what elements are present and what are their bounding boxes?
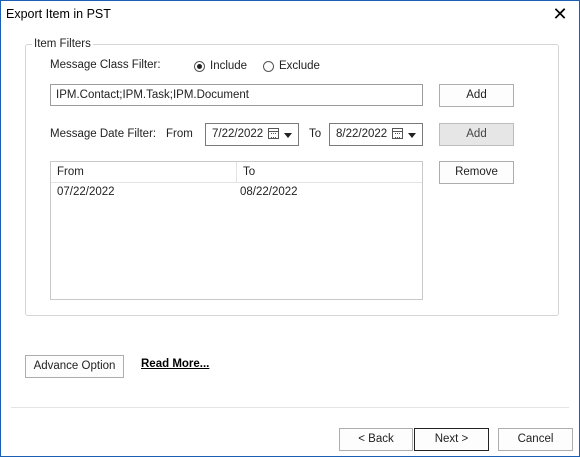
column-header-from[interactable]: From: [51, 162, 237, 182]
calendar-icon: [392, 128, 403, 139]
remove-date-button[interactable]: Remove: [439, 161, 514, 184]
message-date-filter-label: Message Date Filter:: [50, 128, 157, 140]
include-radio-label: Include: [210, 60, 248, 72]
date-from-label: From: [166, 128, 193, 140]
exclude-radio-label: Exclude: [279, 60, 320, 72]
message-class-filter-label: Message Class Filter:: [50, 59, 161, 71]
close-icon[interactable]: ✕: [549, 3, 571, 25]
chevron-down-icon[interactable]: [408, 133, 416, 138]
export-item-dialog: Export Item in PST ✕ Item Filters Messag…: [0, 0, 580, 457]
title-bar: Export Item in PST ✕: [1, 1, 579, 29]
date-to-label: To: [309, 128, 322, 140]
list-item-to: 08/22/2022: [240, 186, 298, 198]
advance-option-button[interactable]: Advance Option: [25, 355, 124, 378]
item-filters-legend: Item Filters: [32, 38, 93, 50]
column-header-to[interactable]: To: [237, 162, 422, 182]
date-from-picker[interactable]: 7/22/2022: [205, 123, 299, 146]
add-class-button[interactable]: Add: [439, 84, 514, 107]
list-item[interactable]: 07/22/2022 08/22/2022: [51, 183, 422, 201]
message-class-input[interactable]: IPM.Contact;IPM.Task;IPM.Document: [50, 84, 423, 106]
date-range-list[interactable]: From To 07/22/2022 08/22/2022: [50, 161, 423, 300]
exclude-radio-indicator: [263, 60, 274, 72]
chevron-down-icon[interactable]: [284, 133, 292, 138]
next-button[interactable]: Next >: [414, 428, 489, 451]
date-from-value: 7/22/2022: [212, 128, 264, 140]
exclude-radio[interactable]: Exclude: [263, 60, 320, 72]
list-item-from: 07/22/2022: [57, 186, 115, 198]
window-title: Export Item in PST: [6, 7, 111, 21]
footer-separator: [11, 407, 569, 408]
include-radio-indicator: [194, 60, 205, 72]
read-more-link[interactable]: Read More...: [141, 358, 209, 370]
include-radio[interactable]: Include: [194, 60, 247, 72]
date-to-value: 8/22/2022: [336, 128, 388, 140]
cancel-button[interactable]: Cancel: [498, 428, 573, 451]
date-to-picker[interactable]: 8/22/2022: [329, 123, 423, 146]
calendar-icon: [268, 128, 279, 139]
back-button[interactable]: < Back: [339, 428, 413, 451]
add-date-button[interactable]: Add: [439, 123, 514, 146]
list-header: From To: [51, 162, 422, 183]
